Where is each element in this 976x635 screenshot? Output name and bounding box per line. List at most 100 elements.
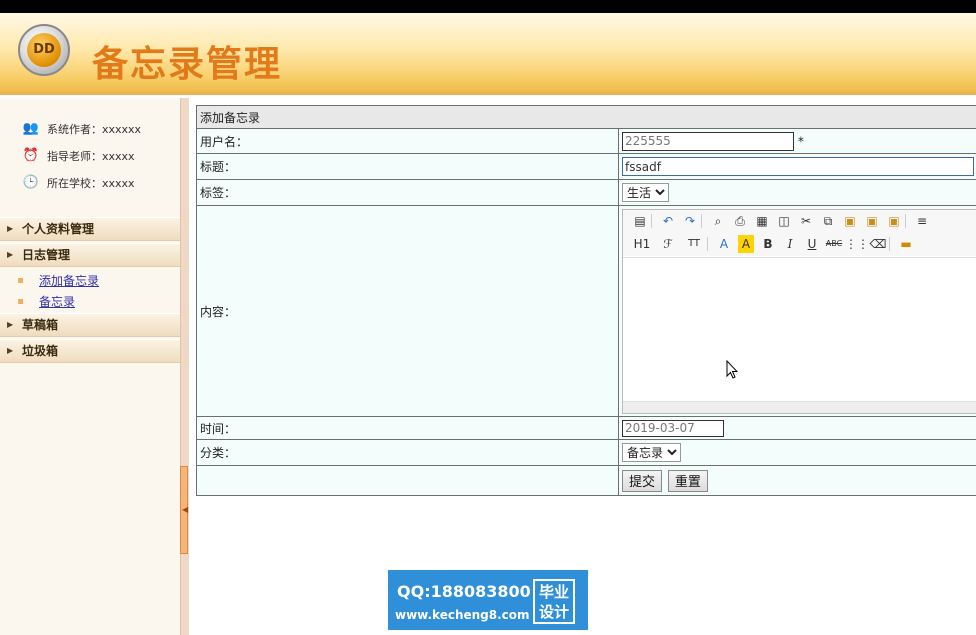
username-cell: * — [618, 128, 976, 154]
username-label: 用户名： — [196, 128, 619, 154]
watermark-qq: QQ:188083800 — [397, 582, 531, 601]
logo-text: DD — [27, 33, 61, 67]
content-cell: ▤ ↶ ↷ ⌕ ⎙ ▦ ◫ ✂ ⧉ ▣ ▣ ▣ ≡ H1 ℱ TT A A B … — [618, 205, 976, 417]
editor-toolbar-row-1: ▤ ↶ ↷ ⌕ ⎙ ▦ ◫ ✂ ⧉ ▣ ▣ ▣ ≡ — [623, 209, 976, 233]
paste-text-icon[interactable]: ▣ — [861, 212, 883, 230]
content-label: 内容： — [196, 205, 619, 417]
time-cell — [618, 416, 976, 440]
teacher-info: ⏰ 指导老师：xxxxx — [22, 147, 135, 165]
preview-icon[interactable]: ⌕ — [707, 212, 729, 230]
bold-icon[interactable]: B — [757, 235, 779, 253]
menu-trash[interactable]: ▶ 垃圾箱 — [0, 339, 180, 363]
menu-log-management-label: 日志管理 — [22, 248, 71, 262]
undo-icon[interactable]: ↶ — [657, 212, 679, 230]
menu-drafts[interactable]: ▶ 草稿箱 — [0, 313, 180, 337]
copy-icon[interactable]: ⧉ — [817, 212, 839, 230]
font-family-icon[interactable]: ℱ — [655, 235, 681, 253]
cut-icon[interactable]: ✂ — [795, 212, 817, 230]
menu-log-management[interactable]: ▶ 日志管理 — [0, 243, 180, 267]
source-icon[interactable]: ▤ — [629, 212, 651, 230]
italic-icon[interactable]: I — [779, 235, 801, 253]
menu-trash-label: 垃圾箱 — [22, 344, 59, 358]
app-logo-icon: DD — [18, 24, 70, 76]
watermark-url: www.kecheng8.com — [395, 608, 530, 622]
school-info-text: 所在学校：xxxxx — [47, 177, 135, 190]
time-row: 时间： — [196, 416, 976, 440]
reset-button[interactable]: 重置 — [667, 469, 708, 492]
print-icon[interactable]: ⎙ — [729, 212, 751, 230]
actions-row: 提交 重置 — [196, 465, 976, 496]
editor-horizontal-scrollbar[interactable] — [623, 400, 976, 413]
author-info-text: 系统作者：xxxxxx — [47, 123, 142, 136]
bullet-icon — [18, 277, 23, 283]
actions-label-cell — [196, 465, 619, 496]
required-mark: * — [797, 134, 804, 148]
badge-line-1: 毕业 — [538, 583, 569, 601]
category-label: 分类： — [196, 439, 619, 466]
caret-right-icon: ▶ — [7, 224, 14, 233]
watermark-badge: 毕业 设计 — [533, 579, 575, 624]
eraser-icon[interactable]: ⌫ — [867, 235, 889, 253]
title-input[interactable] — [622, 157, 974, 176]
highlight-icon[interactable]: A — [738, 235, 754, 253]
editor-toolbar-row-2: H1 ℱ TT A A B I U ABC ⋮⋮ ⌫ ▬ — [623, 232, 976, 256]
add-memo-form: 添加备忘录 用户名： * 标题： 标签： 生活 内容： ▤ ↶ ↷ — [196, 105, 976, 496]
category-select[interactable]: 备忘录 — [622, 443, 681, 462]
rich-text-editor: ▤ ↶ ↷ ⌕ ⎙ ▦ ◫ ✂ ⧉ ▣ ▣ ▣ ≡ H1 ℱ TT A A B … — [622, 208, 976, 414]
chevron-left-icon: ◀ — [182, 505, 189, 514]
strikethrough-icon[interactable]: ABC — [823, 235, 845, 253]
submenu-memo[interactable]: 备忘录 — [18, 292, 75, 310]
form-header-row: 添加备忘录 — [196, 105, 976, 129]
time-input[interactable] — [622, 419, 724, 437]
redo-icon[interactable]: ↷ — [679, 212, 701, 230]
code-icon[interactable]: ◫ — [773, 212, 795, 230]
font-size-icon[interactable]: TT — [681, 235, 707, 253]
tag-cell: 生活 — [618, 179, 976, 206]
sidebar-divider — [180, 98, 189, 635]
app-header: DD 备忘录管理 — [0, 13, 976, 95]
submenu-add-memo-link[interactable]: 添加备忘录 — [39, 272, 99, 289]
author-info: 👥 系统作者：xxxxxx — [22, 120, 141, 138]
people-icon: 👥 — [22, 121, 40, 136]
text-color-icon[interactable]: A — [713, 235, 735, 253]
menu-personal-info[interactable]: ▶ 个人资料管理 — [0, 217, 180, 241]
underline-icon[interactable]: U — [801, 235, 823, 253]
caret-right-icon: ▶ — [7, 346, 14, 355]
tag-row: 标签： 生活 — [196, 179, 976, 206]
editor-content-area[interactable] — [623, 256, 976, 402]
menu-drafts-label: 草稿箱 — [22, 318, 59, 332]
image-icon[interactable]: ▬ — [895, 235, 917, 253]
content-row: 内容： ▤ ↶ ↷ ⌕ ⎙ ▦ ◫ ✂ ⧉ ▣ ▣ ▣ ≡ H1 ℱ TT A … — [196, 205, 976, 417]
submit-button[interactable]: 提交 — [622, 469, 663, 492]
actions-cell: 提交 重置 — [618, 465, 976, 496]
title-label: 标题： — [196, 153, 619, 180]
paste-icon[interactable]: ▣ — [839, 212, 861, 230]
username-row: 用户名： * — [196, 128, 976, 154]
username-input[interactable] — [622, 131, 794, 151]
submenu-add-memo[interactable]: 添加备忘录 — [18, 271, 99, 289]
heading-icon[interactable]: H1 — [629, 235, 655, 253]
menu-personal-info-label: 个人资料管理 — [22, 222, 95, 236]
line-height-icon[interactable]: ⋮⋮ — [845, 235, 869, 253]
window-top-bar — [0, 0, 976, 13]
teacher-info-text: 指导老师：xxxxx — [47, 150, 135, 163]
alarm-clock-icon: ⏰ — [22, 148, 40, 163]
badge-line-2: 设计 — [538, 603, 569, 621]
caret-right-icon: ▶ — [7, 320, 14, 329]
bullet-icon — [18, 298, 23, 304]
tag-select[interactable]: 生活 — [622, 183, 669, 202]
submenu-memo-link[interactable]: 备忘录 — [39, 293, 75, 310]
time-label: 时间： — [196, 416, 619, 440]
sidebar-collapse-handle[interactable]: ◀ — [180, 466, 188, 554]
app-title: 备忘录管理 — [92, 43, 283, 85]
paste-word-icon[interactable]: ▣ — [883, 212, 905, 230]
align-left-icon[interactable]: ≡ — [911, 212, 933, 230]
watermark-banner: QQ:188083800 www.kecheng8.com 毕业 设计 — [388, 570, 588, 630]
mouse-cursor-icon — [726, 360, 738, 379]
template-icon[interactable]: ▦ — [751, 212, 773, 230]
tag-label: 标签： — [196, 179, 619, 206]
category-cell: 备忘录 — [618, 439, 976, 466]
form-header: 添加备忘录 — [196, 105, 976, 129]
category-row: 分类： 备忘录 — [196, 439, 976, 466]
caret-right-icon: ▶ — [7, 250, 14, 259]
